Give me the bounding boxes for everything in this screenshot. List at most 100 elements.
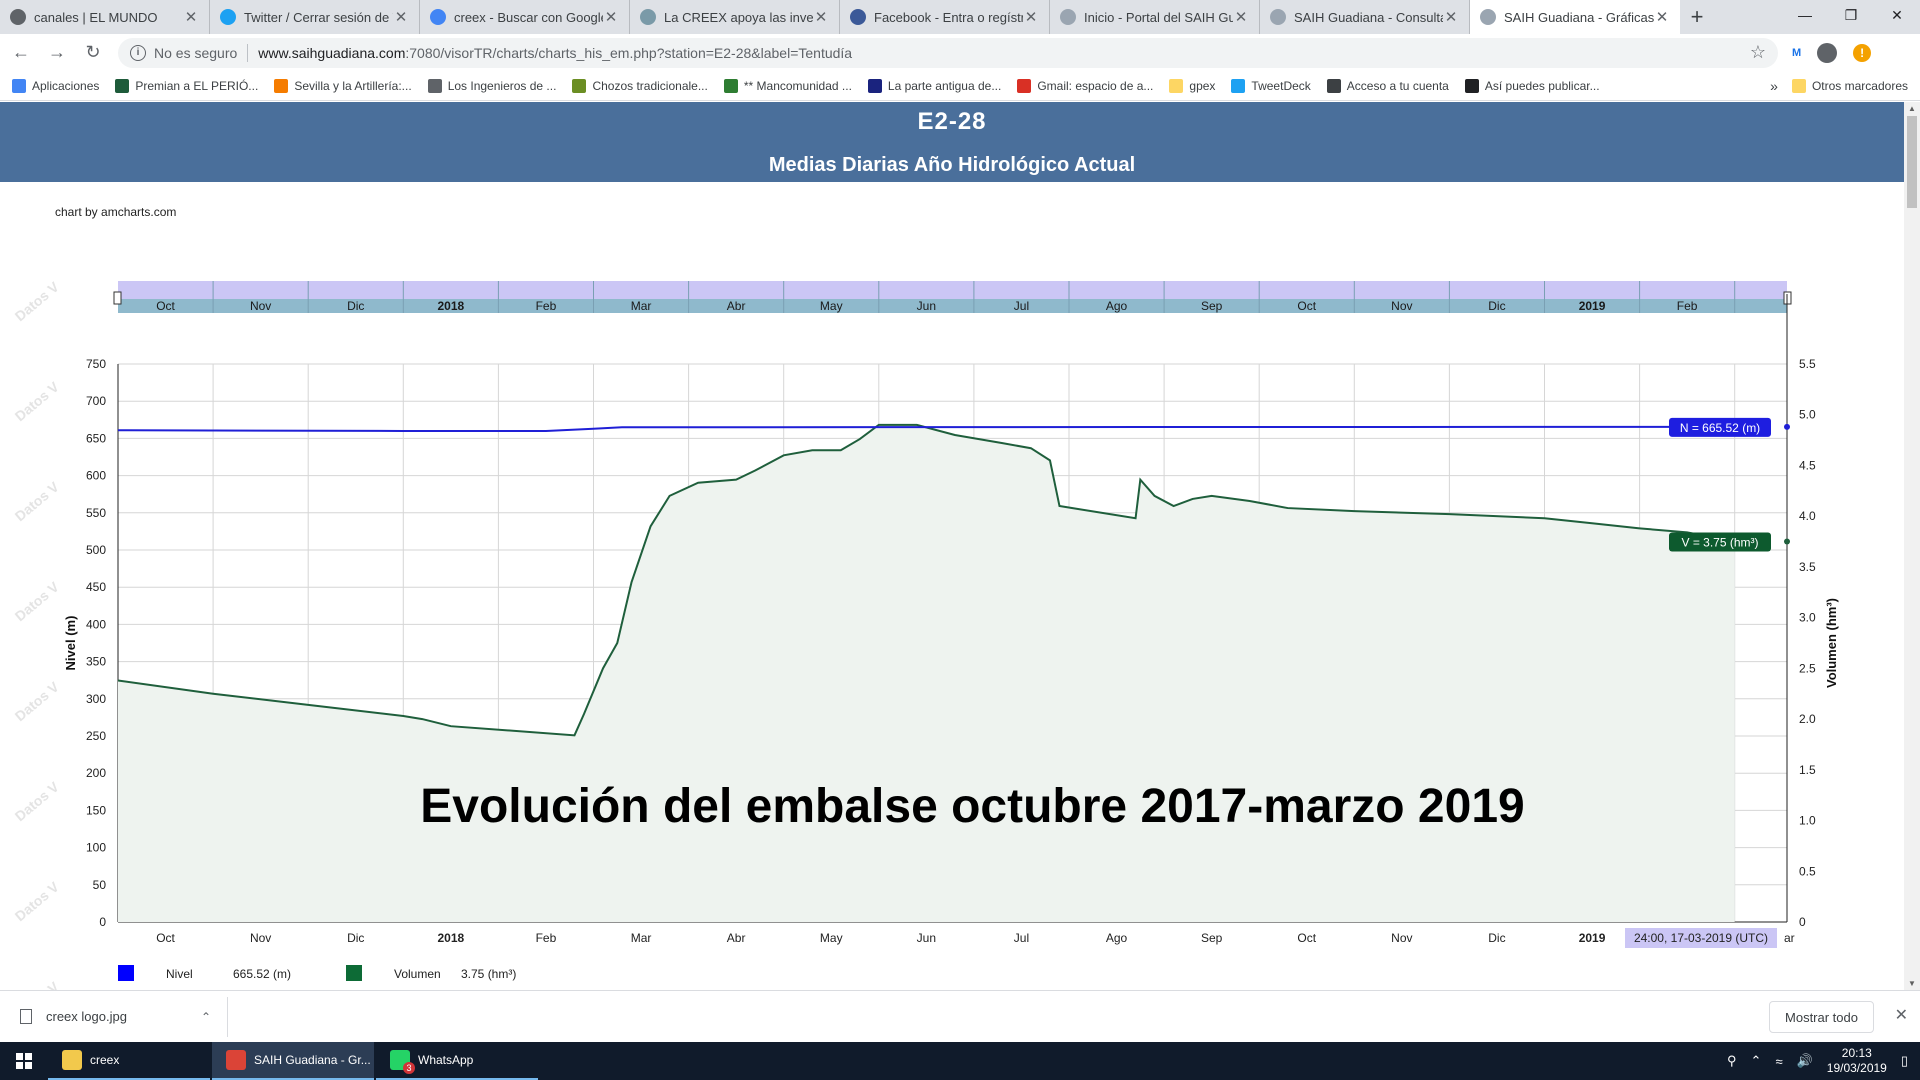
back-icon[interactable]: ← <box>6 38 36 68</box>
bookmark-label: Gmail: espacio de a... <box>1037 78 1154 93</box>
y-right-axis-title: Volumen (hm³) <box>1824 598 1839 688</box>
tab-close-icon[interactable]: ✕ <box>813 8 829 26</box>
bookmark-item[interactable]: Gmail: espacio de a... <box>1017 78 1154 93</box>
bookmark-label: Los Ingenieros de ... <box>447 78 557 93</box>
close-icon[interactable]: ✕ <box>1895 1005 1908 1025</box>
x-tick-label: Abr <box>727 931 746 945</box>
bookmark-label: Sevilla y la Artillería:... <box>294 78 412 93</box>
bookmark-star-icon[interactable]: ☆ <box>1750 42 1766 63</box>
y-right-tick-label: 0 <box>1799 915 1806 929</box>
browser-tab[interactable]: Facebook - Entra o regístrat ✕ <box>840 0 1050 34</box>
tab-close-icon[interactable]: ✕ <box>183 8 199 26</box>
bookmark-icon <box>274 78 289 93</box>
more-bookmarks-button[interactable]: » <box>1770 78 1778 94</box>
chevron-up-icon[interactable]: ⌃ <box>201 1010 211 1024</box>
x-tick-label: Nov <box>1391 931 1412 945</box>
page-header: E2-28 Medias Diarias Año Hidrológico Act… <box>0 102 1904 182</box>
maximize-button[interactable]: ❐ <box>1828 0 1874 30</box>
show-all-downloads-button[interactable]: Mostrar todo <box>1769 1001 1874 1033</box>
close-window-button[interactable]: ✕ <box>1874 0 1920 30</box>
tab-close-icon[interactable]: ✕ <box>1023 8 1039 26</box>
bookmark-item[interactable]: Los Ingenieros de ... <box>427 78 557 93</box>
tab-close-icon[interactable]: ✕ <box>1443 8 1459 26</box>
overview-left-handle[interactable] <box>113 291 122 305</box>
bookmark-item[interactable]: Aplicaciones <box>12 78 99 93</box>
bookmark-item[interactable]: Premian a EL PERIÓ... <box>115 78 258 93</box>
address-bar[interactable]: i No es seguro www.saihguadiana.com:7080… <box>118 37 1778 68</box>
bookmark-item[interactable]: Así puedes publicar... <box>1464 78 1600 93</box>
security-label[interactable]: No es seguro <box>154 45 237 61</box>
divider <box>247 43 249 62</box>
app-label: WhatsApp <box>418 1053 474 1067</box>
page-content: E2-28 Medias Diarias Año Hidrológico Act… <box>0 102 1904 990</box>
clock[interactable]: 20:13 19/03/2019 <box>1827 1046 1887 1076</box>
extension-icon[interactable]: M <box>1792 47 1801 59</box>
bookmark-item[interactable]: ** Mancomunidad ... <box>723 78 852 93</box>
network-icon[interactable]: ≈ <box>1775 1054 1782 1069</box>
bookmark-item[interactable]: Chozos tradicionale... <box>572 78 708 93</box>
page-scrollbar[interactable]: ▲ ▼ <box>1904 102 1920 990</box>
bookmark-item[interactable]: Sevilla y la Artillería:... <box>274 78 412 93</box>
new-tab-button[interactable]: + <box>1680 0 1714 34</box>
nivel-endpoint <box>1784 423 1790 430</box>
forward-icon[interactable]: → <box>42 38 72 68</box>
reservoir-chart[interactable]: Datos V Datos V Datos V Datos V Datos V Datos… <box>0 202 1904 990</box>
overview-tick-label: Feb <box>1677 299 1698 313</box>
y-left-tick-label: 400 <box>86 617 106 631</box>
tab-close-icon[interactable]: ✕ <box>1654 8 1670 26</box>
browser-tab[interactable]: SAIH Guadiana - Consulta d ✕ <box>1260 0 1470 34</box>
download-item[interactable]: creex logo.jpg ⌃ <box>0 996 228 1037</box>
info-icon[interactable]: i <box>130 44 146 61</box>
bookmark-item[interactable]: La parte antigua de... <box>867 78 1002 93</box>
scroll-down-icon[interactable]: ▼ <box>1904 979 1920 988</box>
bookmark-icon <box>115 78 130 93</box>
browser-tab[interactable]: creex - Buscar con Google ✕ <box>420 0 630 34</box>
bookmark-icon <box>1464 78 1479 93</box>
folder-icon <box>1791 78 1806 93</box>
tab-close-icon[interactable]: ✕ <box>603 8 619 26</box>
scroll-up-icon[interactable]: ▲ <box>1904 104 1920 113</box>
tab-close-icon[interactable]: ✕ <box>1233 8 1249 26</box>
tab-close-icon[interactable]: ✕ <box>393 8 409 26</box>
y-left-tick-label: 650 <box>86 431 106 445</box>
overview-tick-label: May <box>820 299 843 313</box>
browser-tab[interactable]: Twitter / Cerrar sesión de Tw ✕ <box>210 0 420 34</box>
browser-tab[interactable]: Inicio - Portal del SAIH Gua ✕ <box>1050 0 1260 34</box>
taskbar-app[interactable]: 3 WhatsApp <box>376 1042 538 1080</box>
overview-tick-label: Oct <box>1297 299 1316 313</box>
volume-icon[interactable]: 🔊 <box>1797 1053 1813 1069</box>
bookmark-item[interactable]: gpex <box>1169 78 1215 93</box>
x-tick-label-partial: ar <box>1784 931 1795 945</box>
y-left-axis-title: Nivel (m) <box>63 616 78 671</box>
bookmark-label: La parte antigua de... <box>887 78 1002 93</box>
x-tick-label: Oct <box>156 931 175 945</box>
watermark-text: Datos V <box>12 378 63 424</box>
y-right-tick-label: 2.0 <box>1799 712 1816 726</box>
bookmark-item[interactable]: Acceso a tu cuenta <box>1326 78 1449 93</box>
update-alert-icon[interactable]: ! <box>1853 43 1872 62</box>
bookmark-label: TweetDeck <box>1251 78 1311 93</box>
taskbar-app[interactable]: SAIH Guadiana - Gr... <box>212 1042 374 1080</box>
scroll-thumb[interactable] <box>1907 116 1917 208</box>
other-bookmarks-folder[interactable]: Otros marcadores <box>1791 78 1908 93</box>
y-left-tick-label: 600 <box>86 469 106 483</box>
reload-icon[interactable]: ↻ <box>78 38 108 68</box>
overview-tick-label: Nov <box>1391 299 1412 313</box>
chevron-up-icon[interactable]: ⌃ <box>1751 1053 1762 1069</box>
browser-tab[interactable]: SAIH Guadiana - Gráficas hi ✕ <box>1470 0 1680 34</box>
y-right-tick-label: 3.0 <box>1799 611 1816 625</box>
people-icon[interactable]: ⚲ <box>1727 1053 1737 1069</box>
browser-tab[interactable]: La CREEX apoya las inversio✕ <box>630 0 840 34</box>
profile-avatar[interactable] <box>1817 42 1838 63</box>
overview-tick-label: Nov <box>250 299 271 313</box>
bookmark-item[interactable]: TweetDeck <box>1231 78 1311 93</box>
taskbar-app[interactable]: creex <box>48 1042 210 1080</box>
y-left-tick-label: 0 <box>99 915 106 929</box>
other-bookmarks-label: Otros marcadores <box>1811 78 1908 93</box>
notifications-icon[interactable]: ▯ <box>1901 1053 1908 1069</box>
start-button[interactable] <box>0 1042 48 1080</box>
browser-tab[interactable]: canales | EL MUNDO ✕ <box>0 0 210 34</box>
y-right-tick-label: 3.5 <box>1799 560 1816 574</box>
overview-tick-label: Jul <box>1014 299 1029 313</box>
minimize-button[interactable]: — <box>1782 0 1828 30</box>
